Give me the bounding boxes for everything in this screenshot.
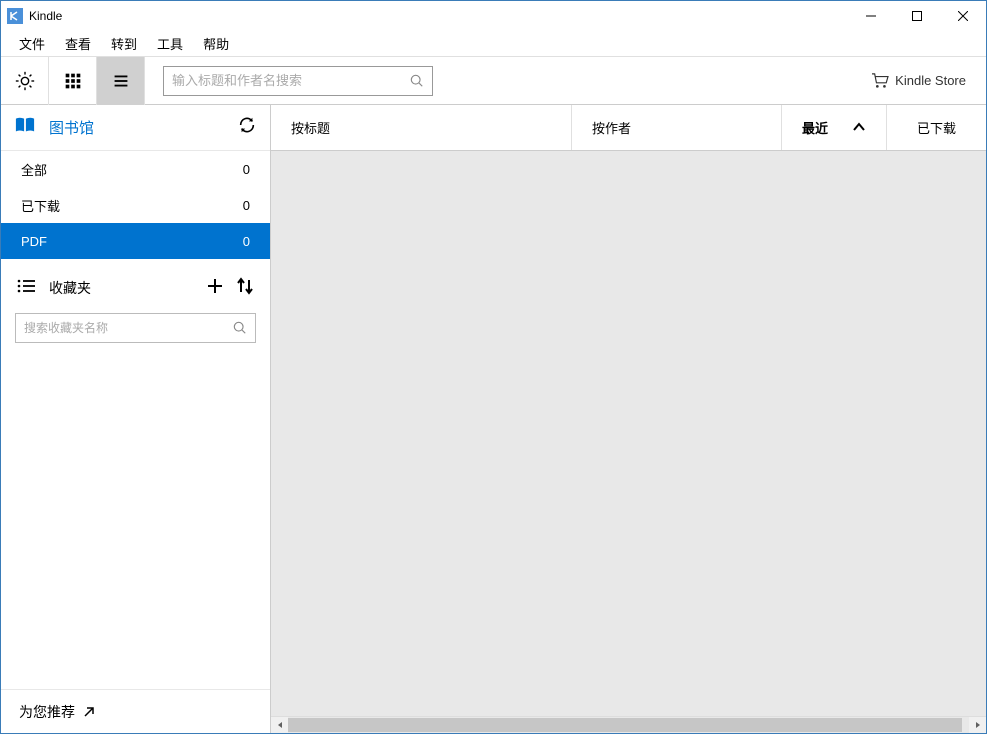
sort-by-author[interactable]: 按作者 [572, 105, 782, 150]
content-area: 按标题 按作者 最近 已下载 [271, 105, 986, 733]
sun-icon [14, 70, 36, 92]
horizontal-scrollbar[interactable] [271, 716, 986, 733]
sidebar-item-downloaded[interactable]: 已下载 0 [1, 187, 270, 223]
sidebar-item-count: 0 [243, 234, 250, 249]
sidebar-item-label: PDF [21, 234, 243, 249]
plus-icon [206, 277, 224, 295]
recommend-label: 为您推荐 [19, 702, 75, 722]
sidebar: 图书馆 全部 0 已下载 0 PDF 0 收藏夹 [1, 105, 271, 733]
sort-bar: 按标题 按作者 最近 已下载 [271, 105, 986, 151]
minimize-button[interactable] [848, 1, 894, 31]
book-icon [15, 116, 35, 139]
sort-by-title[interactable]: 按标题 [271, 105, 572, 150]
grid-view-button[interactable] [49, 57, 97, 105]
scroll-track[interactable] [288, 717, 969, 734]
scroll-left-button[interactable] [271, 717, 288, 734]
scroll-thumb[interactable] [288, 718, 962, 732]
sidebar-item-count: 0 [243, 198, 250, 213]
sort-recent[interactable]: 最近 [782, 105, 887, 150]
sidebar-item-label: 已下载 [21, 196, 243, 215]
app-icon [7, 8, 23, 24]
menu-goto[interactable]: 转到 [101, 31, 147, 56]
menu-help[interactable]: 帮助 [193, 31, 239, 56]
close-button[interactable] [940, 1, 986, 31]
sidebar-item-pdf[interactable]: PDF 0 [1, 223, 270, 259]
sort-icon [236, 277, 254, 295]
sidebar-item-label: 全部 [21, 160, 243, 179]
grid-icon [62, 70, 84, 92]
menu-tools[interactable]: 工具 [147, 31, 193, 56]
kindle-store-label: Kindle Store [895, 73, 966, 88]
cart-icon [871, 73, 889, 89]
toolbar: Kindle Store [1, 57, 986, 105]
search-box[interactable] [163, 66, 433, 96]
search-input[interactable] [172, 73, 410, 88]
list-icon [110, 70, 132, 92]
chevron-up-icon [852, 120, 866, 135]
triangle-left-icon [276, 721, 284, 729]
sync-button[interactable] [238, 116, 256, 139]
titlebar: Kindle [1, 1, 986, 31]
menu-view[interactable]: 查看 [55, 31, 101, 56]
sync-icon [238, 116, 256, 134]
menubar: 文件 查看 转到 工具 帮助 [1, 31, 986, 57]
kindle-store-link[interactable]: Kindle Store [871, 73, 966, 89]
window-title: Kindle [29, 9, 62, 23]
add-collection-button[interactable] [206, 277, 224, 300]
search-icon [233, 321, 247, 335]
menu-file[interactable]: 文件 [9, 31, 55, 56]
library-title: 图书馆 [49, 117, 238, 138]
collections-icon [17, 279, 35, 298]
collections-search-input[interactable] [24, 321, 233, 335]
scroll-right-button[interactable] [969, 717, 986, 734]
sort-collections-button[interactable] [236, 277, 254, 300]
arrow-out-icon [83, 706, 95, 718]
sidebar-item-count: 0 [243, 162, 250, 177]
collections-header: 收藏夹 [1, 263, 270, 313]
search-icon [410, 74, 424, 88]
book-list-area [271, 151, 986, 716]
library-header: 图书馆 [1, 105, 270, 151]
sort-downloaded[interactable]: 已下载 [887, 105, 986, 150]
sidebar-item-all[interactable]: 全部 0 [1, 151, 270, 187]
triangle-right-icon [974, 721, 982, 729]
recommend-link[interactable]: 为您推荐 [1, 689, 270, 733]
collections-search-box[interactable] [15, 313, 256, 343]
list-view-button[interactable] [97, 57, 145, 105]
brightness-button[interactable] [1, 57, 49, 105]
maximize-button[interactable] [894, 1, 940, 31]
collections-title: 收藏夹 [49, 278, 194, 298]
